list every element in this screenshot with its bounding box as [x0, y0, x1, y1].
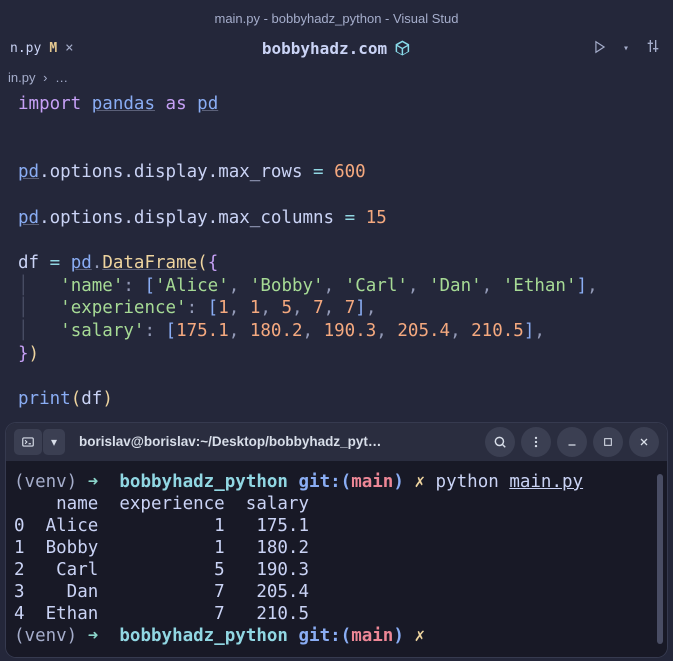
minimize-button[interactable]: [557, 427, 587, 457]
v-bobby: 'Bobby': [250, 276, 324, 296]
brace-close: }: [18, 344, 29, 364]
breadcrumb[interactable]: in.py › …: [0, 66, 673, 89]
v-ethan: 'Ethan': [503, 276, 577, 296]
window-title: main.py - bobbyhadz_python - Visual Stud: [0, 0, 673, 30]
e1: 1: [250, 298, 261, 318]
key-name: 'name': [60, 276, 123, 296]
colon-2: :: [187, 298, 208, 318]
op-eq-2: =: [345, 208, 356, 228]
tab-main-py[interactable]: n.py M ×: [0, 30, 84, 66]
key-sal: 'salary': [60, 321, 144, 341]
out-row-2: 2 Carl 5 190.3: [14, 560, 309, 580]
func-print: print: [18, 389, 71, 409]
s3: 205.4: [397, 321, 450, 341]
search-button[interactable]: [485, 427, 515, 457]
alias-pd: pd: [197, 94, 218, 114]
s4: 210.5: [471, 321, 524, 341]
dirty-icon-2: ✗: [414, 626, 425, 646]
tab-close-icon[interactable]: ×: [65, 40, 73, 56]
terminal-tab-group: ▾: [14, 429, 65, 455]
out-row-1: 1 Bobby 1 180.2: [14, 538, 309, 558]
tab-bar: n.py M × bobbyhadz.com ▾: [0, 30, 673, 66]
arg-df: df: [81, 389, 102, 409]
prompt-arrow: ➜: [88, 472, 109, 492]
e0: 1: [218, 298, 229, 318]
paren-open: (: [197, 253, 208, 273]
module-pandas: pandas: [92, 94, 155, 114]
v-alice: 'Alice': [155, 276, 229, 296]
venv-label-2: (venv): [14, 626, 77, 646]
dirty-icon: ✗: [414, 472, 425, 492]
breadcrumb-file: in.py: [8, 70, 35, 85]
opts-rows: .options.display.max_rows: [39, 162, 313, 182]
terminal-path: borislav@borislav:~/Desktop/bobbyhadz_py…: [73, 434, 477, 449]
out-row-3: 3 Dan 7 205.4: [14, 582, 309, 602]
s1: 180.2: [250, 321, 303, 341]
terminal-titlebar: ▾ borislav@borislav:~/Desktop/bobbyhadz_…: [6, 423, 667, 461]
cube-icon: [393, 39, 411, 57]
var-df: df: [18, 253, 50, 273]
scrollbar-thumb[interactable]: [657, 474, 663, 644]
cwd: bobbyhadz_python: [119, 472, 288, 492]
run-icon[interactable]: [593, 39, 607, 58]
prompt-arrow-2: ➜: [88, 626, 109, 646]
class-dataframe: DataFrame: [102, 253, 197, 273]
colon: :: [123, 276, 144, 296]
editor-content[interactable]: import pandas as pd pd.options.display.m…: [0, 89, 673, 419]
e2: 5: [281, 298, 292, 318]
git-branch: main: [351, 472, 393, 492]
num-600: 600: [324, 162, 366, 182]
center-title: bobbyhadz.com: [262, 39, 411, 58]
terminal-dropdown-button[interactable]: ▾: [43, 429, 65, 455]
tab-modified-indicator: M: [49, 41, 57, 56]
git-prefix-2: git:(: [299, 626, 352, 646]
out-header: name experience salary: [14, 494, 309, 514]
kw-import: import: [18, 94, 81, 114]
paren-close: ): [29, 344, 40, 364]
s2: 190.3: [324, 321, 377, 341]
git-branch-2: main: [351, 626, 393, 646]
git-close: ): [393, 472, 404, 492]
out-row-4: 4 Ethan 7 210.5: [14, 604, 309, 624]
cmd-python: python: [436, 472, 510, 492]
op-eq: =: [313, 162, 324, 182]
git-prefix: git:(: [299, 472, 352, 492]
compare-icon[interactable]: [645, 38, 661, 58]
e4: 7: [345, 298, 356, 318]
chevron-right-icon: ›: [43, 70, 47, 85]
cmd-file: main.py: [509, 472, 583, 492]
git-close-2: ): [393, 626, 404, 646]
s0: 175.1: [176, 321, 229, 341]
key-exp: 'experience': [60, 298, 186, 318]
ref-pd-3: pd: [71, 253, 92, 273]
brace-open: {: [208, 253, 219, 273]
cwd-2: bobbyhadz_python: [119, 626, 288, 646]
terminal-controls: [485, 427, 659, 457]
ref-pd: pd: [18, 162, 39, 182]
kw-as: as: [166, 94, 187, 114]
terminal-tab-button[interactable]: [14, 429, 42, 455]
out-row-0: 0 Alice 1 175.1: [14, 516, 309, 536]
v-dan: 'Dan': [429, 276, 482, 296]
terminal-window: ▾ borislav@borislav:~/Desktop/bobbyhadz_…: [6, 423, 667, 657]
maximize-button[interactable]: [593, 427, 623, 457]
venv-label: (venv): [14, 472, 77, 492]
dot: .: [92, 253, 103, 273]
breadcrumb-more: …: [55, 70, 68, 85]
opts-cols: .options.display.max_columns: [39, 208, 345, 228]
menu-button[interactable]: [521, 427, 551, 457]
terminal-output[interactable]: (venv) ➜ bobbyhadz_python git:(main) ✗ p…: [6, 461, 667, 657]
colon-3: :: [144, 321, 165, 341]
ref-pd-2: pd: [18, 208, 39, 228]
site-title: bobbyhadz.com: [262, 39, 387, 58]
close-button[interactable]: [629, 427, 659, 457]
editor-actions: ▾: [593, 38, 661, 58]
e3: 7: [313, 298, 324, 318]
num-15: 15: [355, 208, 387, 228]
op-assign: =: [50, 253, 71, 273]
v-carl: 'Carl': [345, 276, 408, 296]
chevron-down-icon[interactable]: ▾: [623, 43, 629, 54]
tab-label: n.py: [10, 41, 41, 56]
